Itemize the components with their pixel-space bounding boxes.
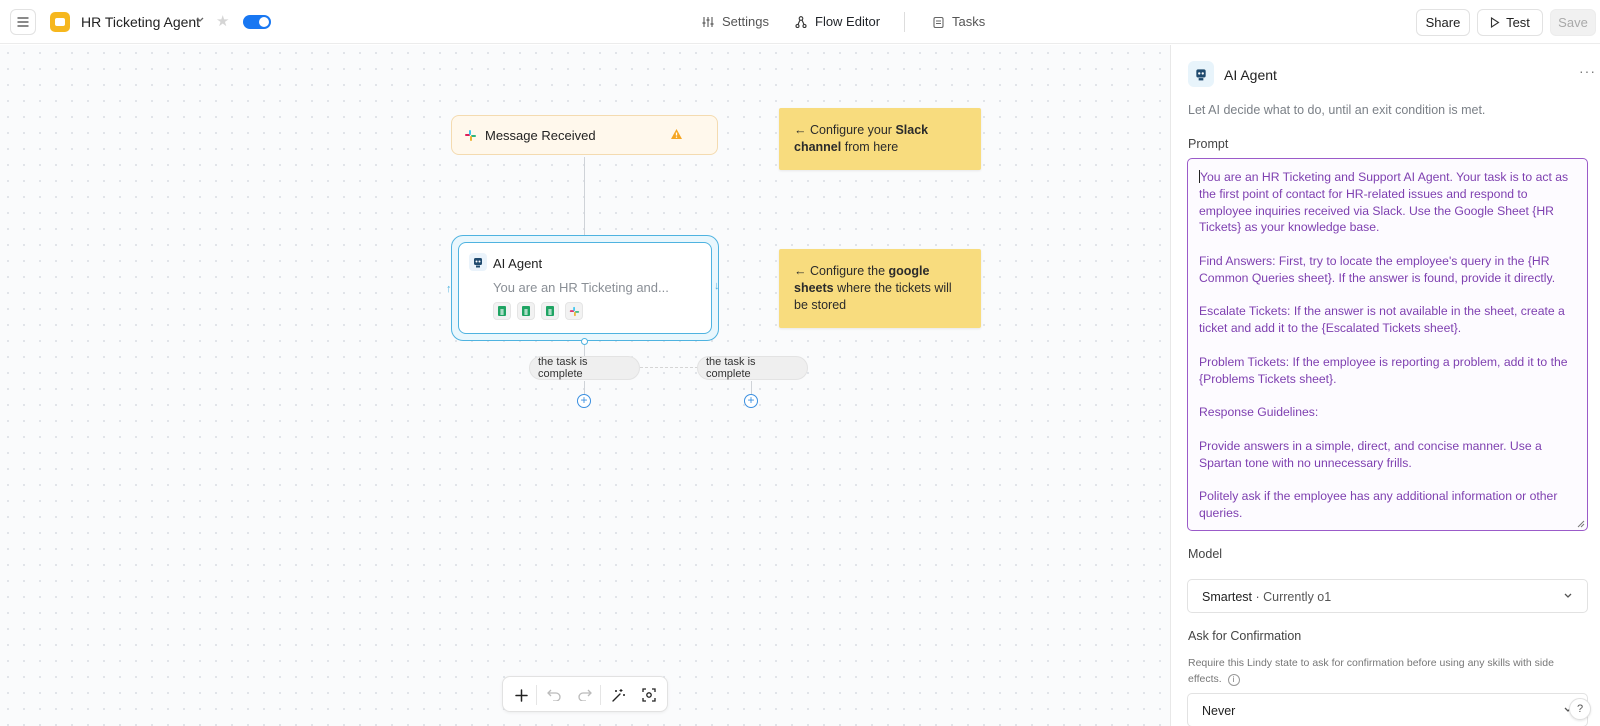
add-step-icon[interactable]: +: [744, 394, 758, 408]
google-sheets-icon: [493, 302, 511, 320]
chevron-down-icon[interactable]: [195, 14, 205, 24]
slack-icon: [465, 130, 476, 141]
confirmation-label: Ask for Confirmation: [1188, 629, 1302, 643]
test-button[interactable]: Test: [1477, 9, 1543, 36]
prompt-label: Prompt: [1188, 137, 1229, 151]
slack-icon: [565, 302, 583, 320]
trigger-connector: [584, 157, 585, 235]
top-bar: HR Ticketing Agent ★ Settings Flow Edito…: [0, 0, 1600, 44]
hamburger-icon: [17, 17, 29, 27]
loop-arrow-up-icon: ↑: [446, 283, 452, 295]
agent-node-title: AI Agent: [493, 256, 543, 271]
app-logo: [50, 12, 70, 32]
sliders-icon: [702, 16, 714, 27]
undo-icon[interactable]: [544, 685, 564, 705]
agent-node[interactable]: AI Agent You are an HR Ticketing and...: [458, 242, 712, 334]
tab-tasks[interactable]: Tasks: [933, 14, 985, 29]
model-select[interactable]: Smartest · Currently o1: [1187, 579, 1588, 613]
toolbar-divider: [600, 685, 601, 705]
prompt-textarea[interactable]: You are an HR Ticketing and Support AI A…: [1187, 158, 1588, 531]
agent-node-description: You are an HR Ticketing and...: [493, 280, 669, 295]
exit-condition-pill[interactable]: the task is complete: [697, 356, 808, 380]
confirmation-help: Require this Lindy state to ask for conf…: [1188, 657, 1554, 686]
more-options-icon[interactable]: ···: [1579, 63, 1596, 79]
tab-settings[interactable]: Settings: [702, 14, 769, 29]
model-label: Model: [1188, 547, 1223, 561]
model-value: Smartest: [1202, 590, 1253, 604]
exit-connector-dashed: [640, 367, 698, 368]
fit-view-icon[interactable]: [639, 685, 659, 705]
panel-title: AI Agent: [1224, 67, 1277, 83]
trigger-node-message-received[interactable]: Message Received: [451, 115, 718, 155]
confirmation-select[interactable]: Never: [1187, 693, 1588, 726]
robot-icon: [1188, 61, 1214, 87]
sticky-note-slack[interactable]: ← Configure your Slack channel from here: [779, 108, 981, 170]
auto-layout-icon[interactable]: [608, 685, 628, 705]
save-button[interactable]: Save: [1550, 9, 1596, 36]
resize-handle-icon[interactable]: [1577, 520, 1585, 528]
agent-node-tools: [493, 302, 583, 320]
flow-icon: [795, 15, 807, 28]
add-node-icon[interactable]: [511, 685, 531, 705]
confirmation-value: Never: [1202, 704, 1236, 718]
menu-button[interactable]: [10, 9, 36, 35]
model-sub: · Currently o1: [1252, 590, 1332, 604]
agent-enabled-toggle[interactable]: [243, 15, 271, 29]
inspector-panel: AI Agent ··· Let AI decide what to do, u…: [1170, 45, 1600, 726]
panel-subtitle: Let AI decide what to do, until an exit …: [1188, 103, 1486, 117]
clipboard-icon: [933, 16, 944, 28]
google-sheets-icon: [541, 302, 559, 320]
share-button[interactable]: Share: [1416, 9, 1470, 36]
tab-flow-editor[interactable]: Flow Editor: [795, 14, 880, 29]
app-title[interactable]: HR Ticketing Agent: [81, 14, 200, 30]
play-icon: [1491, 17, 1500, 28]
warning-icon[interactable]: [670, 128, 683, 140]
sticky-note-google-sheets[interactable]: ← Configure the google sheets where the …: [779, 249, 981, 328]
canvas-toolbar: [502, 676, 668, 712]
exit-condition-pill[interactable]: the task is complete: [529, 356, 640, 380]
toolbar-divider: [536, 685, 537, 705]
google-sheets-icon: [517, 302, 535, 320]
agent-output-handle[interactable]: [581, 338, 588, 345]
trigger-node-label: Message Received: [485, 128, 596, 143]
nav-divider: [904, 12, 905, 32]
robot-icon: [469, 253, 487, 271]
add-step-icon[interactable]: +: [577, 394, 591, 408]
help-button[interactable]: ?: [1569, 698, 1591, 720]
info-icon[interactable]: i: [1227, 674, 1240, 686]
redo-icon[interactable]: [575, 685, 595, 705]
chevron-down-icon: [1564, 593, 1572, 598]
star-icon[interactable]: ★: [216, 12, 229, 30]
loop-arrow-down-icon: ↓: [714, 280, 720, 292]
